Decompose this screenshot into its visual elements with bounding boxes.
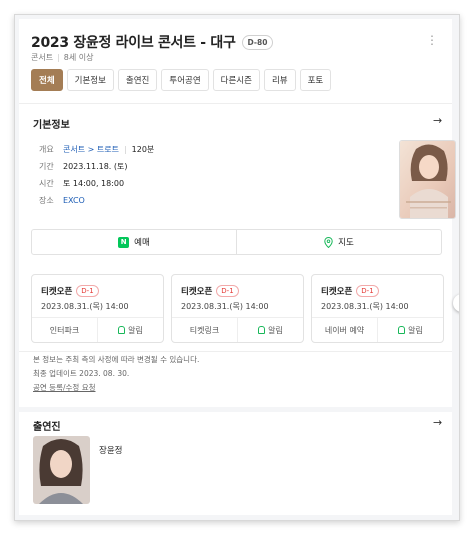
- info-row-genre: 개요 콘서트 > 트로트 | 120분: [39, 141, 154, 158]
- info-row-time: 시간 토 14:00, 18:00: [39, 175, 154, 192]
- notice-text: 본 정보는 주최 측의 사정에 따라 변경될 수 있습니다.: [33, 355, 200, 364]
- title-row: 2023 장윤정 라이브 콘서트 - 대구 D-80: [31, 32, 274, 52]
- ticket-footer: 네이버 예약 알림: [312, 317, 443, 342]
- ticket-dday-badge: D-1: [76, 285, 99, 297]
- ticket-card[interactable]: 티켓오픈 D-1 2023.08.31.(목) 14:00 티켓링크 알림: [171, 274, 304, 343]
- basic-info-arrow-icon[interactable]: →: [433, 114, 442, 127]
- genre-label: 개요: [39, 145, 54, 154]
- bell-icon: [118, 326, 126, 334]
- chevron-right-icon[interactable]: ›: [453, 294, 459, 312]
- edit-request-link[interactable]: 공연 등록/수정 요청: [33, 381, 199, 395]
- ticket-name: 티켓오픈: [181, 287, 213, 297]
- genre-link[interactable]: 콘서트 > 트로트: [63, 145, 119, 154]
- more-options-icon[interactable]: ⋮: [426, 33, 438, 47]
- vendor-link[interactable]: 티켓링크: [172, 318, 237, 342]
- alarm-label: 알림: [408, 325, 423, 335]
- separator: |: [123, 145, 127, 154]
- ticket-name: 티켓오픈: [321, 287, 353, 297]
- info-card: 2023 장윤정 라이브 콘서트 - 대구 D-80 ⋮ 콘서트 | 8세 이상 전…: [19, 19, 456, 407]
- map-pin-icon: [324, 236, 333, 248]
- venue-link[interactable]: EXCO: [63, 196, 85, 205]
- poster-illustration: [400, 141, 455, 218]
- venue-label: 장소: [39, 196, 54, 205]
- alarm-label: 알림: [268, 325, 283, 335]
- reserve-button[interactable]: N 예매: [32, 230, 236, 254]
- time-text: 토 14:00, 18:00: [63, 179, 125, 188]
- ticket-card[interactable]: 티켓오픈 D-1 2023.08.31.(목) 14:00 인터파크 알림: [31, 274, 164, 343]
- age-text: 8세 이상: [63, 53, 94, 62]
- alarm-label: 알림: [128, 325, 143, 335]
- separator: |: [57, 53, 60, 62]
- alarm-button[interactable]: 알림: [237, 318, 303, 342]
- cast-member-name[interactable]: 장윤정: [99, 444, 122, 456]
- ticket-footer: 티켓링크 알림: [172, 317, 303, 342]
- poster-image[interactable]: [399, 140, 456, 219]
- vendor-link[interactable]: 네이버 예약: [312, 318, 377, 342]
- basic-info-list: 개요 콘서트 > 트로트 | 120분 기간 2023.11.18. (토) 시간 토 1…: [39, 141, 154, 209]
- ticket-head: 티켓오픈 D-1: [181, 285, 239, 297]
- vendor-link[interactable]: 인터파크: [32, 318, 97, 342]
- bell-icon: [258, 326, 266, 334]
- action-bar: N 예매 지도: [31, 229, 442, 255]
- bell-icon: [398, 326, 406, 334]
- basic-info-title: 기본정보: [33, 120, 70, 131]
- cast-portrait: [33, 436, 90, 504]
- page-title: 2023 장윤정 라이브 콘서트 - 대구: [31, 35, 236, 51]
- performance-panel: 2023 장윤정 라이브 콘서트 - 대구 D-80 ⋮ 콘서트 | 8세 이상 전…: [14, 14, 460, 521]
- map-button[interactable]: 지도: [236, 230, 441, 254]
- ticket-date: 2023.08.31.(목) 14:00: [41, 302, 129, 311]
- cast-arrow-icon[interactable]: →: [433, 416, 442, 429]
- alarm-button[interactable]: 알림: [377, 318, 443, 342]
- ticket-head: 티켓오픈 D-1: [41, 285, 99, 297]
- ticket-head: 티켓오픈 D-1: [321, 285, 379, 297]
- ticket-card[interactable]: 티켓오픈 D-1 2023.08.31.(목) 14:00 네이버 예약 알림: [311, 274, 444, 343]
- tab-reviews[interactable]: 리뷰: [263, 69, 296, 91]
- cast-title: 출연진: [33, 422, 61, 433]
- tab-all[interactable]: 전체: [31, 69, 63, 91]
- map-label: 지도: [338, 238, 354, 248]
- naver-icon: N: [118, 236, 130, 248]
- time-label: 시간: [39, 179, 54, 188]
- ticket-dday-badge: D-1: [356, 285, 379, 297]
- tab-tour[interactable]: 투어공연: [161, 69, 209, 91]
- tab-cast[interactable]: 출연진: [117, 69, 158, 91]
- alarm-button[interactable]: 알림: [97, 318, 163, 342]
- ticket-date: 2023.08.31.(목) 14:00: [181, 302, 269, 311]
- period-text: 2023.11.18. (토): [63, 162, 128, 171]
- tab-photos[interactable]: 포토: [299, 69, 332, 91]
- tab-basic-info[interactable]: 기본정보: [66, 69, 114, 91]
- tab-other-seasons[interactable]: 다른시즌: [212, 69, 260, 91]
- subtitle: 콘서트 | 8세 이상: [31, 52, 94, 63]
- ticket-dday-badge: D-1: [216, 285, 239, 297]
- info-row-venue: 장소 EXCO: [39, 192, 154, 209]
- cast-card: 출연진 → 장윤정: [19, 407, 452, 515]
- updated-text: 최종 업데이트 2023. 08. 30.: [33, 369, 130, 378]
- runtime-text: 120분: [131, 145, 155, 154]
- cast-photo[interactable]: [33, 436, 90, 504]
- ticket-list: 티켓오픈 D-1 2023.08.31.(목) 14:00 인터파크 알림 티켓…: [31, 274, 444, 343]
- period-label: 기간: [39, 162, 54, 171]
- tab-bar: 전체 기본정보 출연진 투어공연 다른시즌 리뷰 포토: [31, 69, 332, 91]
- info-row-period: 기간 2023.11.18. (토): [39, 158, 154, 175]
- divider: [19, 103, 452, 104]
- dday-badge: D-80: [241, 34, 274, 50]
- ticket-name: 티켓오픈: [41, 287, 73, 297]
- divider: [19, 351, 452, 352]
- category-text: 콘서트: [31, 53, 54, 62]
- notice-block: 본 정보는 주최 측의 사정에 따라 변경될 수 있습니다. 최종 업데이트 2…: [33, 353, 199, 395]
- ticket-footer: 인터파크 알림: [32, 317, 163, 342]
- ticket-date: 2023.08.31.(목) 14:00: [321, 302, 409, 311]
- reserve-label: 예매: [134, 238, 150, 248]
